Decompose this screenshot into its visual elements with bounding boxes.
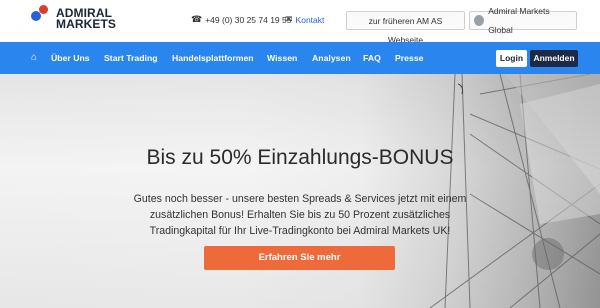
nav-item-start-trading[interactable]: Start Trading: [104, 42, 158, 74]
old-website-button[interactable]: zur früheren AM AS Webseite: [346, 11, 465, 45]
logo-dot-red: [39, 5, 48, 14]
phone-icon: ☎: [191, 14, 203, 24]
contact-text: Kontakt: [295, 14, 325, 25]
nav-item-wissen[interactable]: Wissen: [267, 42, 297, 74]
global-site-button[interactable]: Admiral Markets Global: [469, 6, 577, 35]
mail-icon: ✉: [285, 14, 293, 24]
nav-item-analysen[interactable]: Analysen: [312, 42, 351, 74]
phone-number[interactable]: ☎ +49 (0) 30 25 74 19 55: [191, 14, 291, 25]
phone-text: +49 (0) 30 25 74 19 55: [205, 14, 292, 25]
globe-icon: [474, 15, 485, 26]
main-navigation: ⌂ Über Uns Start Trading Handelsplattfor…: [0, 42, 600, 74]
register-button[interactable]: Anmelden: [530, 50, 578, 67]
hero-banner: Bis zu 50% Einzahlungs-BONUS Gutes noch …: [0, 74, 600, 308]
nav-item-handelsplattformen[interactable]: Handelsplattformen: [172, 42, 254, 74]
admiral-markets-logo[interactable]: ADMIRAL MARKETS: [31, 4, 126, 38]
top-header: ADMIRAL MARKETS ☎ +49 (0) 30 25 74 19 55…: [0, 0, 600, 45]
hero-title: Bis zu 50% Einzahlungs-BONUS: [146, 146, 454, 169]
logo-text-line2: MARKETS: [56, 17, 117, 31]
home-icon[interactable]: ⌂: [31, 42, 37, 74]
nav-item-faq[interactable]: FAQ: [363, 42, 381, 74]
login-button[interactable]: Login: [496, 50, 527, 67]
learn-more-button[interactable]: Erfahren Sie mehr: [204, 246, 395, 270]
nav-item-ueber-uns[interactable]: Über Uns: [51, 42, 90, 74]
hero-description: Gutes noch besser - unsere besten Spread…: [133, 193, 467, 237]
nav-item-presse[interactable]: Presse: [395, 42, 424, 74]
global-site-label: Admiral Markets Global: [488, 5, 550, 35]
contact-link[interactable]: ✉ Kontakt: [285, 14, 324, 25]
